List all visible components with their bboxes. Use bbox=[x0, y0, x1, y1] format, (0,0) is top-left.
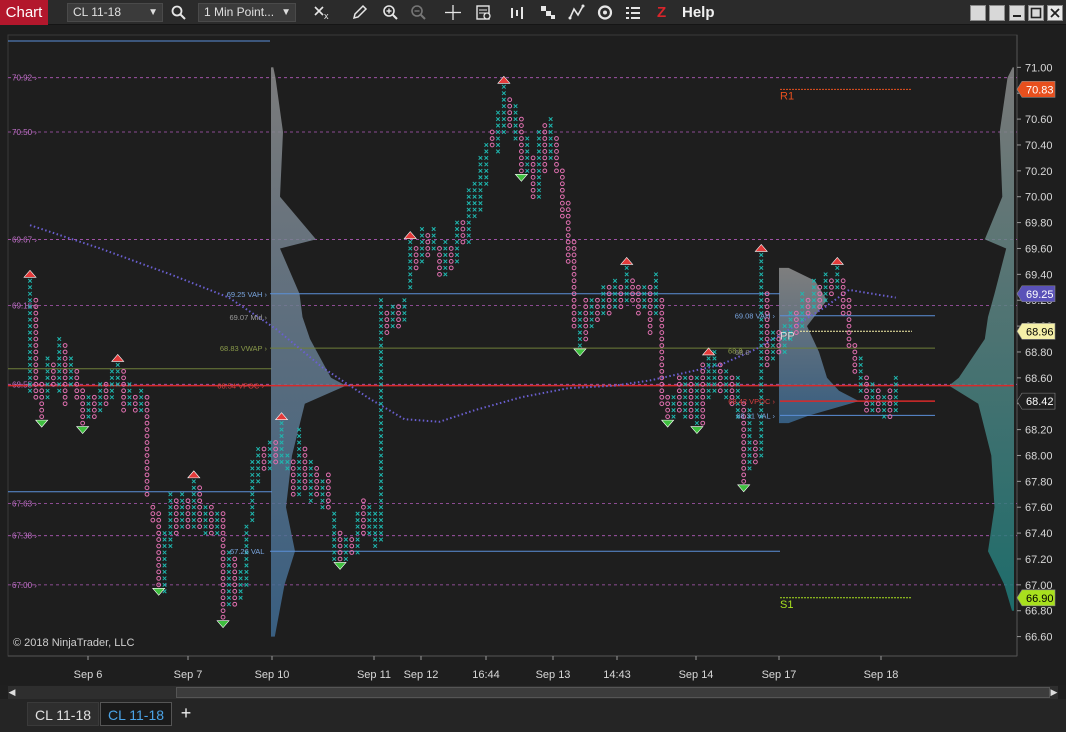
y-tick-label: 70.20 bbox=[1025, 166, 1053, 178]
window-restore-down-icon[interactable] bbox=[970, 5, 986, 21]
chart-panel[interactable]: 70.92 › 70.50 › 69.67 › 69.16 › 68.55 › 67.63… bbox=[0, 25, 1066, 685]
x-tick-label: 16:44 bbox=[472, 669, 500, 681]
tab-cl-11-18-active[interactable]: CL 11-18 bbox=[100, 702, 173, 726]
window-tile-icon[interactable] bbox=[989, 5, 1005, 21]
pivot-label: 69.16 › bbox=[12, 301, 37, 310]
plot-area bbox=[7, 34, 1018, 657]
y-tick-label: 67.40 bbox=[1025, 528, 1053, 540]
pivot-tag-label: PP bbox=[780, 330, 795, 342]
profile-level-label: 69.07 Mid › bbox=[229, 313, 267, 322]
data-series-icon[interactable]: x bbox=[312, 3, 332, 22]
ninjatrader-chart-window: Chart CL 11-18 ▼ 1 Min Point... ▼ x Z He… bbox=[0, 0, 1066, 732]
x-tick-label: Sep 11 bbox=[357, 669, 391, 681]
scroll-thumb[interactable] bbox=[176, 687, 1050, 698]
pivot-tag-label: S1 bbox=[780, 599, 793, 611]
y-tick-label: 68.80 bbox=[1025, 347, 1053, 359]
window-minimize-icon[interactable] bbox=[1009, 5, 1025, 21]
x-tick-label: Sep 7 bbox=[174, 669, 203, 681]
y-tick-label: 70.60 bbox=[1025, 114, 1053, 126]
y-tick-label: 67.60 bbox=[1025, 502, 1053, 514]
x-tick-label: Sep 10 bbox=[255, 669, 290, 681]
properties-icon[interactable] bbox=[474, 3, 494, 22]
help-z-icon[interactable]: Z bbox=[657, 3, 671, 22]
y-tick-label: 69.60 bbox=[1025, 243, 1053, 255]
chart-toolbar: Chart CL 11-18 ▼ 1 Min Point... ▼ x Z He… bbox=[0, 0, 1066, 25]
price-marker-label: 68.96 bbox=[1026, 326, 1054, 338]
x-tick-label: 14:43 bbox=[603, 669, 631, 681]
instrument-selector[interactable]: CL 11-18 ▼ bbox=[67, 3, 163, 22]
price-marker-label: 69.25 bbox=[1026, 289, 1054, 301]
pivot-tag-label: R1 bbox=[780, 90, 794, 102]
pencil-icon[interactable] bbox=[350, 3, 370, 22]
refresh-icon[interactable] bbox=[595, 3, 615, 22]
pivot-label: 70.92 › bbox=[12, 74, 37, 83]
instrument-value: CL 11-18 bbox=[73, 5, 122, 19]
copyright-text: © 2018 NinjaTrader, LLC bbox=[13, 637, 134, 649]
profile-level-label: 68.83 VWAP › bbox=[220, 344, 268, 353]
x-tick-label: Sep 18 bbox=[864, 669, 899, 681]
pivot-label: 70.50 › bbox=[12, 128, 37, 137]
profile-level-label: 68.31 VAL › bbox=[736, 411, 775, 420]
bar-type-icon[interactable] bbox=[508, 3, 528, 22]
y-tick-label: 68.60 bbox=[1025, 373, 1053, 385]
y-tick-label: 69.80 bbox=[1025, 218, 1053, 230]
profile-level-label: 67.26 VAL bbox=[230, 547, 264, 556]
zoom-out-icon[interactable] bbox=[409, 3, 429, 22]
y-tick-label: 67.20 bbox=[1025, 554, 1053, 566]
drawing-tool-icon[interactable] bbox=[567, 3, 587, 22]
strategies-icon[interactable] bbox=[623, 3, 643, 22]
chevron-down-icon: ▼ bbox=[148, 7, 158, 18]
tab-cl-11-18-first[interactable]: CL 11-18 bbox=[27, 702, 100, 726]
horizontal-scrollbar[interactable]: ◀ ▶ bbox=[8, 686, 1058, 699]
pivot-label: 67.00 › bbox=[12, 581, 37, 590]
y-tick-label: 69.40 bbox=[1025, 269, 1053, 281]
pivot-label: 69.67 › bbox=[12, 235, 37, 244]
y-tick-label: 71.00 bbox=[1025, 62, 1053, 74]
y-tick-label: 70.40 bbox=[1025, 140, 1053, 152]
scroll-right-icon[interactable]: ▶ bbox=[1050, 686, 1058, 699]
interval-value: 1 Min Point... bbox=[204, 5, 275, 19]
search-icon[interactable] bbox=[169, 3, 189, 22]
zoom-in-icon[interactable] bbox=[381, 3, 401, 22]
chart-title-tab[interactable]: Chart bbox=[0, 0, 48, 25]
y-tick-label: 68.20 bbox=[1025, 425, 1053, 437]
y-tick-label: 70.00 bbox=[1025, 192, 1053, 204]
profile-level-label: 68.54 VPOC › bbox=[217, 382, 264, 391]
x-tick-label: Sep 12 bbox=[404, 669, 439, 681]
crosshair-icon[interactable] bbox=[443, 3, 463, 22]
add-tab-button[interactable]: + bbox=[174, 702, 198, 726]
y-tick-label: 66.60 bbox=[1025, 632, 1053, 644]
interval-selector[interactable]: 1 Min Point... ▼ bbox=[198, 3, 296, 22]
y-tick-label: 66.80 bbox=[1025, 606, 1053, 618]
price-marker-label: 70.83 bbox=[1026, 84, 1054, 96]
x-tick-label: Sep 6 bbox=[74, 669, 103, 681]
scroll-left-icon[interactable]: ◀ bbox=[8, 686, 16, 699]
window-maximize-icon[interactable] bbox=[1028, 5, 1044, 21]
bottom-tab-bar: CL 11-18 CL 11-18 + bbox=[0, 699, 1066, 732]
pnf-chart[interactable]: 70.92 › 70.50 › 69.67 › 69.16 › 68.55 › 67.63… bbox=[0, 25, 1066, 685]
pivot-label: 67.38 › bbox=[12, 532, 37, 541]
x-tick-label: Sep 17 bbox=[762, 669, 797, 681]
y-tick-label: 68.00 bbox=[1025, 450, 1053, 462]
x-tick-label: Sep 13 bbox=[536, 669, 571, 681]
chevron-down-icon: ▼ bbox=[281, 7, 291, 18]
x-tick-label: Sep 14 bbox=[679, 669, 714, 681]
profile-level-label: 69.08 VAH › bbox=[735, 312, 776, 321]
profile-level-label: 68.8 bbox=[728, 347, 743, 356]
profile-level-label: 69.25 VAH › bbox=[227, 290, 268, 299]
chart-style-icon[interactable] bbox=[538, 3, 558, 22]
price-marker-label: 66.90 bbox=[1026, 593, 1054, 605]
profile-level-label: 68.42 VPOC › bbox=[728, 397, 775, 406]
x-tick-labels: Sep 6 Sep 7 Sep 10 Sep 11 Sep 12 16:44 Sep 13 1… bbox=[74, 656, 899, 681]
price-marker-label: 68.42 bbox=[1026, 396, 1054, 408]
help-button[interactable]: Help bbox=[682, 3, 715, 22]
pivot-label: 67.63 › bbox=[12, 499, 37, 508]
window-close-icon[interactable] bbox=[1047, 5, 1063, 21]
y-tick-label: 67.80 bbox=[1025, 476, 1053, 488]
pivot-label: 68.55 › bbox=[12, 380, 37, 389]
svg-text:x: x bbox=[324, 11, 329, 21]
